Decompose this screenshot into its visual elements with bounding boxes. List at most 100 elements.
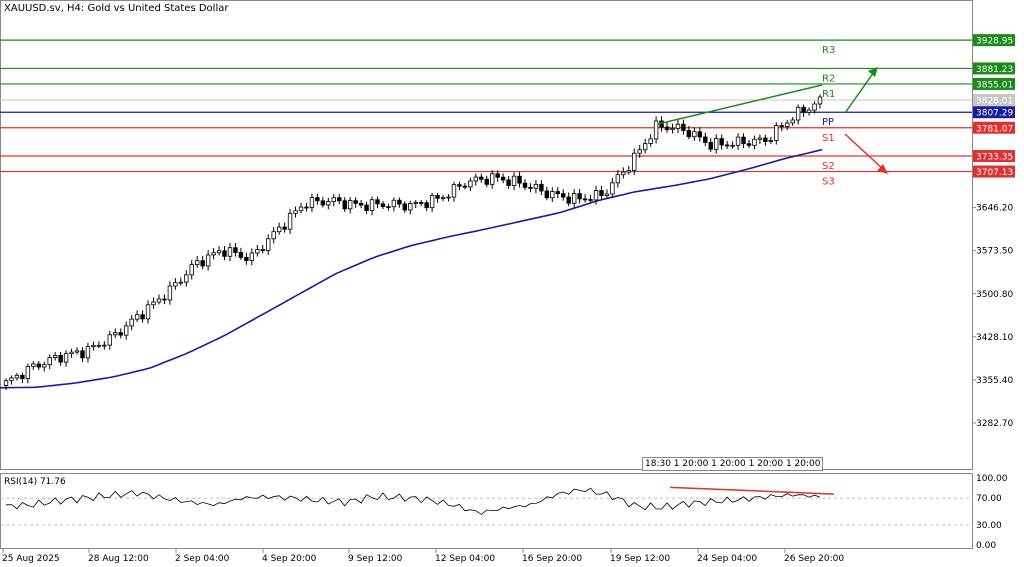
- candle-up: [451, 184, 457, 198]
- candle-up: [25, 365, 31, 380]
- candle-up: [692, 131, 697, 138]
- candle-up: [648, 138, 653, 144]
- candle-down: [424, 202, 429, 209]
- candle-down: [386, 206, 391, 208]
- candle-up: [74, 350, 80, 353]
- candle-up: [276, 226, 282, 233]
- rsi-panel-frame: [0, 473, 973, 549]
- candle-down: [140, 314, 145, 320]
- candle-down: [801, 106, 806, 113]
- level-name-r3: R3: [822, 45, 835, 56]
- candle-up: [69, 351, 74, 355]
- level-price-label-s3: 3707.13: [976, 168, 1013, 178]
- candle-up: [14, 374, 20, 379]
- level-price-label-r3: 3928.95: [976, 37, 1013, 47]
- candle-up: [610, 182, 615, 195]
- candle-down: [402, 203, 408, 211]
- candle-down: [260, 249, 265, 251]
- candle-up: [391, 199, 397, 208]
- candle-down: [364, 204, 369, 211]
- candle-up: [468, 180, 473, 188]
- main-panel-frame: [0, 0, 973, 470]
- candle-up: [91, 344, 96, 348]
- candle-up: [757, 137, 763, 140]
- candle-down: [517, 175, 522, 184]
- candle-down: [337, 197, 342, 202]
- candle-up: [227, 247, 233, 257]
- candle-down: [80, 350, 85, 359]
- candle-up: [429, 195, 435, 209]
- candle-up: [632, 152, 637, 171]
- candle-down: [495, 173, 500, 178]
- rsi-indicator: 100.00 70.00 30.00 0.00: [0, 474, 1008, 551]
- candle-down: [200, 260, 205, 267]
- annotations: [657, 67, 888, 174]
- level-name-r1: R1: [822, 89, 835, 100]
- candle-up: [129, 318, 134, 327]
- time-tick-label: 16 Sep 20:00: [522, 554, 582, 564]
- candle-up: [47, 357, 52, 366]
- price-axis: 3282.70 3355.40 3428.10 3500.80 3573.50 3646.…: [972, 34, 1015, 429]
- candle-down: [686, 130, 692, 138]
- bearish-arrow: [844, 133, 885, 171]
- chart-title: XAUUSD.sv, H4: Gold vs United States Dol…: [4, 3, 229, 14]
- candle-down: [506, 179, 511, 186]
- candle-down: [479, 176, 484, 180]
- candle-up: [812, 103, 817, 111]
- candle-up: [408, 202, 413, 211]
- level-name-s3: S3: [822, 177, 835, 188]
- time-tick-label: 19 Sep 12:00: [610, 554, 670, 564]
- level-price-label-pp: 3807.29: [976, 109, 1013, 119]
- time-tick-label: 12 Sep 04:00: [435, 554, 495, 564]
- candle-down: [380, 203, 386, 207]
- candle-down: [282, 226, 287, 230]
- candle-down: [484, 178, 489, 185]
- candle-up: [178, 281, 184, 284]
- candle-up: [309, 197, 315, 208]
- candle-up: [615, 174, 621, 184]
- candle-down: [375, 199, 380, 205]
- candle-up: [642, 143, 648, 151]
- candle-down: [315, 197, 320, 202]
- candle-up: [205, 254, 211, 267]
- candle-up: [255, 249, 260, 254]
- time-tick-label: 25 Aug 2025: [2, 554, 60, 564]
- candle-up: [173, 282, 178, 287]
- candle-down: [418, 202, 424, 204]
- candle-up: [298, 206, 304, 212]
- candle-up: [134, 314, 140, 320]
- candle-down: [582, 198, 588, 201]
- level-price-label-r2: 3881.23: [976, 65, 1013, 75]
- candle-up: [473, 176, 479, 182]
- candle-up: [440, 197, 446, 200]
- candle-up: [593, 190, 599, 201]
- candle-down: [599, 190, 604, 197]
- candle-down: [222, 250, 227, 257]
- candle-down: [118, 332, 123, 336]
- candle-up: [151, 301, 156, 306]
- candle-up: [790, 119, 795, 124]
- candle-up: [123, 325, 129, 336]
- price-tick-label: 3500.80: [976, 290, 1013, 300]
- candle-up: [637, 149, 642, 154]
- level-name-s2: S2: [822, 161, 835, 172]
- candle-down: [555, 191, 560, 195]
- candle-up: [96, 344, 102, 347]
- candle-up: [626, 170, 631, 173]
- candle-up: [31, 363, 36, 367]
- candle-down: [244, 256, 249, 262]
- candle-down: [36, 363, 41, 368]
- candle-up: [785, 122, 790, 127]
- candle-up: [107, 334, 112, 346]
- candle-up: [249, 252, 255, 262]
- candle-up: [9, 377, 14, 382]
- candle-up: [167, 285, 173, 301]
- candle-down: [238, 252, 244, 258]
- candle-down: [724, 144, 730, 147]
- candle-down: [304, 206, 309, 209]
- candle-down: [457, 184, 462, 187]
- candle-down: [566, 196, 571, 204]
- candle-up: [735, 136, 741, 146]
- candle-down: [719, 138, 724, 146]
- candle-up: [446, 196, 451, 199]
